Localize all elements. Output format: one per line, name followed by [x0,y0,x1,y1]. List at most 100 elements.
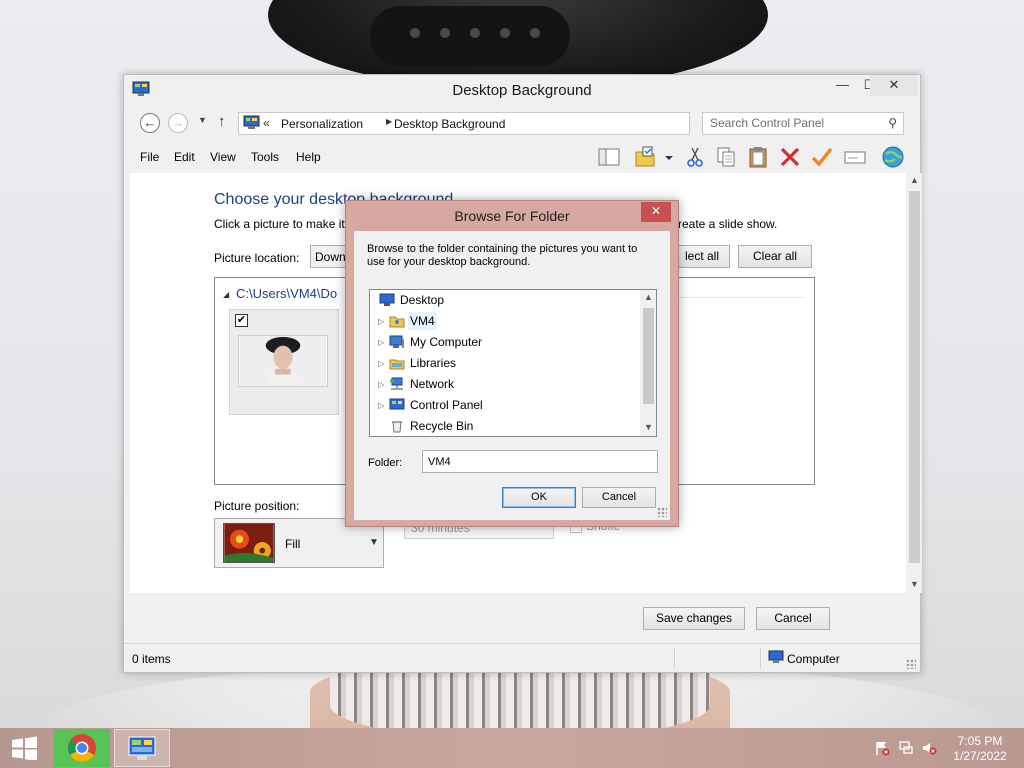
breadcrumb-desktop-background[interactable]: Desktop Background [394,117,505,131]
close-button[interactable]: ✕ [870,75,918,96]
tree-item-label: My Computer [410,335,483,349]
resize-grip[interactable] [906,659,916,669]
scrollbar-thumb[interactable] [909,191,920,563]
status-location: Computer [787,652,840,666]
status-divider [760,648,761,668]
windows-start-icon[interactable] [8,736,40,760]
desktop-icon [379,293,395,306]
address-bar[interactable]: « ▶ Personalization Desktop Background ▼… [238,112,789,135]
volume-muted-icon[interactable] [921,740,937,756]
paste-icon[interactable] [745,144,771,170]
action-center-flag-icon[interactable] [874,740,890,756]
menu-bar: File Edit View Tools Help [124,141,920,171]
collapse-group-icon[interactable]: ◢ [223,290,229,299]
globe-icon[interactable] [880,144,906,170]
tree-item-label: Recycle Bin [410,419,474,433]
scrollbar-thumb[interactable] [643,308,654,404]
rename-icon[interactable] [842,144,868,170]
cut-icon[interactable] [682,144,708,170]
up-button[interactable]: ↑ [218,113,226,130]
menu-edit[interactable]: Edit [174,150,195,164]
content-scrollbar[interactable]: ▲ ▼ [906,173,922,593]
folder-properties-icon[interactable] [632,144,658,170]
chrome-icon [68,734,96,762]
dialog-cancel-button[interactable]: Cancel [582,487,656,508]
tree-item-network[interactable]: ▷ Network [370,374,638,395]
folder-input[interactable] [422,450,658,473]
taskbar-clock[interactable]: 7:05 PM 1/27/2022 [948,734,1012,764]
folder-tree[interactable]: Desktop ▷ VM4 ▷ My Computer ▷ Libraries … [369,289,657,437]
scroll-down-arrow[interactable]: ▼ [910,579,919,589]
cancel-button[interactable]: Cancel [756,607,830,630]
search-box[interactable]: ⚲ [702,112,904,135]
user-folder-icon [389,316,405,328]
expand-icon[interactable]: ▷ [378,359,384,368]
forward-button[interactable]: → [168,113,188,133]
clock-time: 7:05 PM [957,734,1003,748]
tree-item-vm4[interactable]: ▷ VM4 [370,311,638,332]
tree-item-label: VM4 [408,312,437,330]
picture-thumbnail[interactable]: ✔ [229,309,339,415]
scroll-up-arrow[interactable]: ▲ [644,292,653,302]
expand-icon[interactable]: ▷ [378,380,384,389]
menu-view[interactable]: View [210,150,236,164]
tree-item-recycle-bin[interactable]: Recycle Bin [370,416,638,436]
tree-item-my-computer[interactable]: ▷ My Computer [370,332,638,353]
expand-icon[interactable]: ▷ [378,338,384,347]
minimize-button[interactable]: — [829,75,856,96]
tree-item-desktop[interactable]: Desktop [370,290,638,311]
recycle-bin-icon [392,421,402,433]
dialog-description: Browse to the folder containing the pict… [367,243,638,268]
item-count: 0 items [132,652,171,666]
fill-preview-icon [223,523,275,563]
search-icon[interactable]: ⚲ [888,116,897,130]
tree-item-control-panel[interactable]: ▷ Control Panel [370,395,638,416]
menu-help[interactable]: Help [296,150,321,164]
clear-all-button[interactable]: Clear all [738,245,812,268]
expand-icon[interactable]: ▷ [378,401,384,410]
gallery-group-path[interactable]: C:\Users\VM4\Do [236,286,337,301]
save-changes-button[interactable]: Save changes [643,607,745,630]
navigation-bar: ← → ▼ ↑ « ▶ Personalization Desktop Back… [124,107,920,139]
control-panel-icon [243,115,260,129]
expand-icon[interactable]: ▷ [378,317,384,326]
copy-icon[interactable] [713,144,739,170]
breadcrumb-personalization[interactable]: Personalization [281,117,363,131]
folder-label: Folder: [368,457,403,469]
chevron-down-icon[interactable]: ▼ [369,537,379,548]
taskbar-chrome-button[interactable] [54,729,110,767]
wallpaper-chain [330,670,710,728]
dialog-body: Browse to the folder containing the pict… [354,231,670,520]
select-all-button[interactable]: lect all [674,245,730,268]
hidden-crumbs-chevron[interactable]: « [263,116,270,130]
network-icon [390,377,403,390]
breadcrumb-separator[interactable]: ▶ [386,117,392,126]
menu-tools[interactable]: Tools [251,150,279,164]
check-icon[interactable] [809,144,835,170]
control-panel-icon [389,398,405,410]
wallpaper-hat-band [370,6,570,66]
picture-position-label: Picture position: [214,499,300,513]
ok-button[interactable]: OK [502,487,576,508]
dialog-resize-grip[interactable] [657,507,667,517]
scroll-down-arrow[interactable]: ▼ [644,422,653,432]
tree-item-label: Control Panel [410,398,483,412]
taskbar-control-panel-button[interactable] [114,729,170,767]
recent-locations-dropdown[interactable]: ▼ [198,115,207,125]
dialog-close-button[interactable]: ✕ [641,202,671,222]
tree-scrollbar[interactable]: ▲ ▼ [640,290,656,436]
back-button[interactable]: ← [140,113,160,133]
delete-icon[interactable] [777,144,803,170]
tree-item-libraries[interactable]: ▷ Libraries [370,353,638,374]
toolbar-dropdown-icon[interactable] [662,144,676,170]
window-title: Desktop Background [452,82,592,99]
browse-for-folder-dialog: Browse For Folder ✕ Browse to the folder… [345,200,679,527]
layout-icon[interactable] [596,144,622,170]
title-bar[interactable]: Desktop Background — ☐ ✕ [124,75,920,105]
network-icon[interactable] [898,740,914,756]
search-input[interactable] [710,116,880,130]
menu-file[interactable]: File [140,150,159,164]
thumbnail-checkbox[interactable]: ✔ [235,314,248,327]
taskbar: 7:05 PM 1/27/2022 [0,728,1024,768]
scroll-up-arrow[interactable]: ▲ [910,175,919,185]
